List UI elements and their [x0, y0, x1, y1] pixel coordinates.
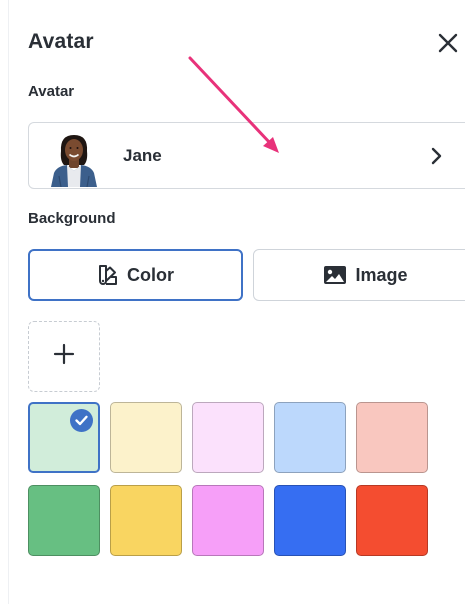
color-tab-button[interactable]: Color: [28, 249, 243, 301]
image-tab-button[interactable]: Image: [253, 249, 465, 301]
avatar-selector[interactable]: Jane: [28, 122, 465, 189]
chevron-right-icon: [429, 147, 443, 165]
color-tab-label: Color: [127, 264, 174, 285]
close-icon[interactable]: [437, 32, 459, 54]
color-swatch-light-pink[interactable]: [192, 402, 264, 473]
panel-header: Avatar: [28, 28, 465, 62]
avatar-section-label: Avatar: [28, 83, 75, 100]
color-swatch-light-yellow[interactable]: [110, 402, 182, 473]
color-swatch-pink[interactable]: [192, 485, 264, 556]
panel-title: Avatar: [28, 30, 94, 53]
palette-icon: [97, 264, 119, 286]
image-icon: [323, 265, 347, 285]
color-swatch-light-green[interactable]: [28, 402, 100, 473]
add-color-button[interactable]: [28, 321, 100, 392]
color-swatch-green[interactable]: [28, 485, 100, 556]
color-swatch-light-red[interactable]: [356, 402, 428, 473]
check-icon: [70, 409, 93, 432]
plus-icon: [53, 343, 75, 370]
image-tab-label: Image: [355, 264, 408, 285]
avatar-panel: Avatar Avatar Jane Background Color Imag…: [0, 0, 465, 604]
avatar-name: Jane: [123, 146, 162, 165]
color-swatch-yellow[interactable]: [110, 485, 182, 556]
background-section-label: Background: [28, 210, 116, 227]
color-swatch-light-blue[interactable]: [274, 402, 346, 473]
avatar-image: [47, 131, 101, 187]
color-swatch-red[interactable]: [356, 485, 428, 556]
color-swatch-blue[interactable]: [274, 485, 346, 556]
